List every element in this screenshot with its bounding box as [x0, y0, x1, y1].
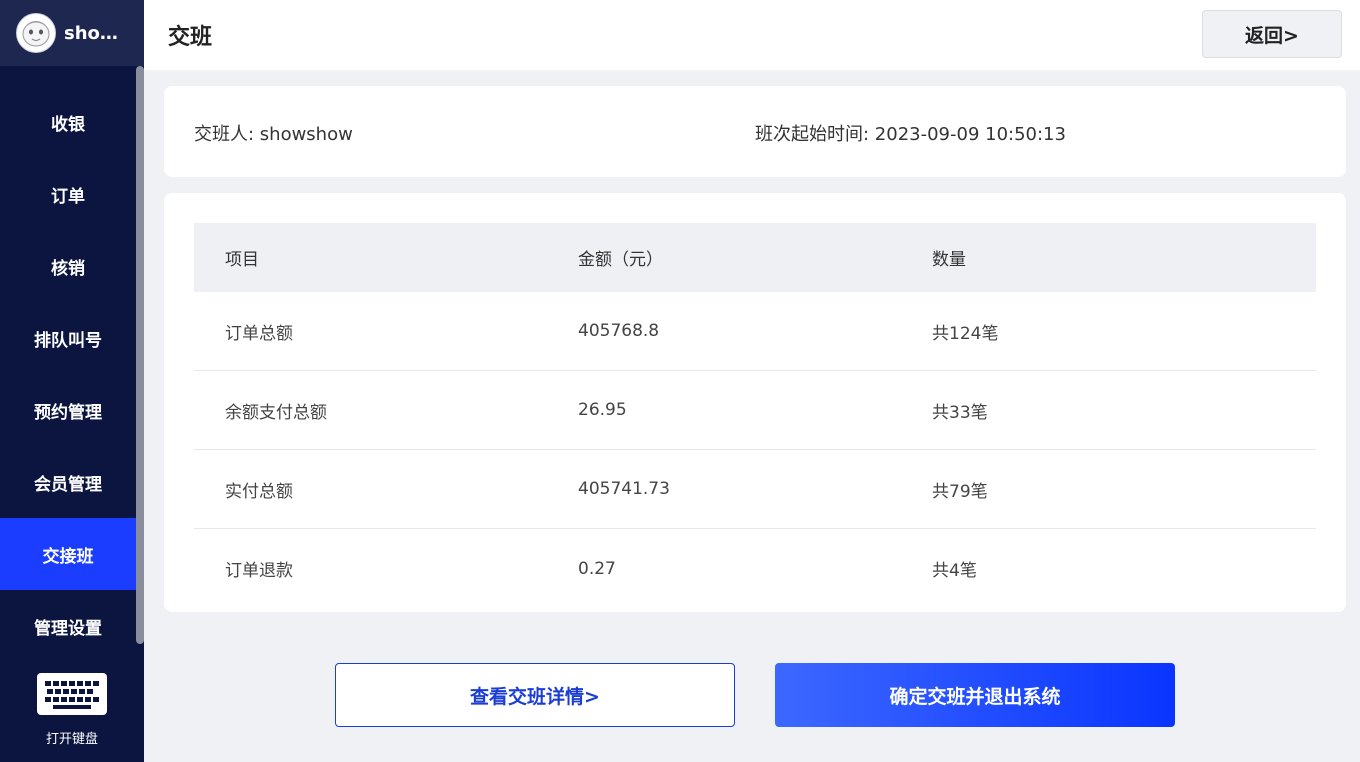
back-button[interactable]: 返回> [1202, 10, 1342, 58]
table-row: 实付总额 405741.73 共79笔 [194, 450, 1316, 529]
username: showshow [64, 23, 132, 44]
table-row: 订单退款 0.27 共4笔 [194, 529, 1316, 608]
table-row: 订单总额 405768.8 共124笔 [194, 292, 1316, 371]
row-count: 共4笔 [932, 556, 1316, 581]
avatar [16, 13, 56, 53]
row-amount: 0.27 [578, 559, 932, 579]
header-item: 项目 [194, 245, 578, 270]
header-amount: 金额（元） [578, 245, 932, 270]
table-header: 项目 金额（元） 数量 [194, 223, 1316, 292]
shift-start-time: 班次起始时间: 2023-09-09 10:50:13 [755, 120, 1066, 146]
sidebar-item-cashier[interactable]: 收银 [0, 86, 136, 158]
sidebar-item-queue[interactable]: 排队叫号 [0, 302, 136, 374]
nav-list: 收银 订单 核销 排队叫号 预约管理 会员管理 交接班 管理设置 [0, 86, 136, 662]
row-item: 实付总额 [194, 477, 578, 502]
row-count: 共79笔 [932, 477, 1316, 502]
view-shift-details-button[interactable]: 查看交班详情> [335, 663, 735, 727]
sidebar-item-members[interactable]: 会员管理 [0, 446, 136, 518]
header: 交班 返回> [144, 0, 1360, 70]
avatar-cartoon-icon [19, 16, 53, 50]
open-keyboard-button[interactable]: 打开键盘 [0, 668, 144, 762]
row-item: 订单退款 [194, 556, 578, 581]
sidebar: showshow 收银 订单 核销 排队叫号 预约管理 会员管理 交接班 管理设… [0, 0, 144, 762]
shift-info-card: 交班人: showshow 班次起始时间: 2023-09-09 10:50:1… [164, 86, 1346, 177]
row-item: 订单总额 [194, 319, 578, 344]
row-amount: 405741.73 [578, 479, 932, 499]
summary-card: 项目 金额（元） 数量 订单总额 405768.8 共124笔 余额支付总额 2… [164, 193, 1346, 612]
keyboard-label: 打开键盘 [46, 728, 98, 747]
row-count: 共124笔 [932, 319, 1316, 344]
confirm-handover-logout-button[interactable]: 确定交班并退出系统 [775, 663, 1175, 727]
page-title: 交班 [168, 19, 212, 51]
summary-table: 项目 金额（元） 数量 订单总额 405768.8 共124笔 余额支付总额 2… [194, 223, 1316, 608]
sidebar-item-settings[interactable]: 管理设置 [0, 590, 136, 662]
row-count: 共33笔 [932, 398, 1316, 423]
sidebar-item-orders[interactable]: 订单 [0, 158, 136, 230]
table-row: 余额支付总额 26.95 共33笔 [194, 371, 1316, 450]
row-item: 余额支付总额 [194, 398, 578, 423]
header-count: 数量 [932, 245, 1316, 270]
row-amount: 405768.8 [578, 321, 932, 341]
sidebar-item-appointments[interactable]: 预约管理 [0, 374, 136, 446]
sidebar-item-verification[interactable]: 核销 [0, 230, 136, 302]
user-profile[interactable]: showshow [0, 0, 144, 66]
keyboard-icon [37, 673, 107, 715]
sidebar-scrollbar[interactable] [136, 66, 144, 644]
row-amount: 26.95 [578, 400, 932, 420]
sidebar-item-shift-handover[interactable]: 交接班 [0, 518, 136, 590]
shift-person: 交班人: showshow [194, 120, 353, 146]
